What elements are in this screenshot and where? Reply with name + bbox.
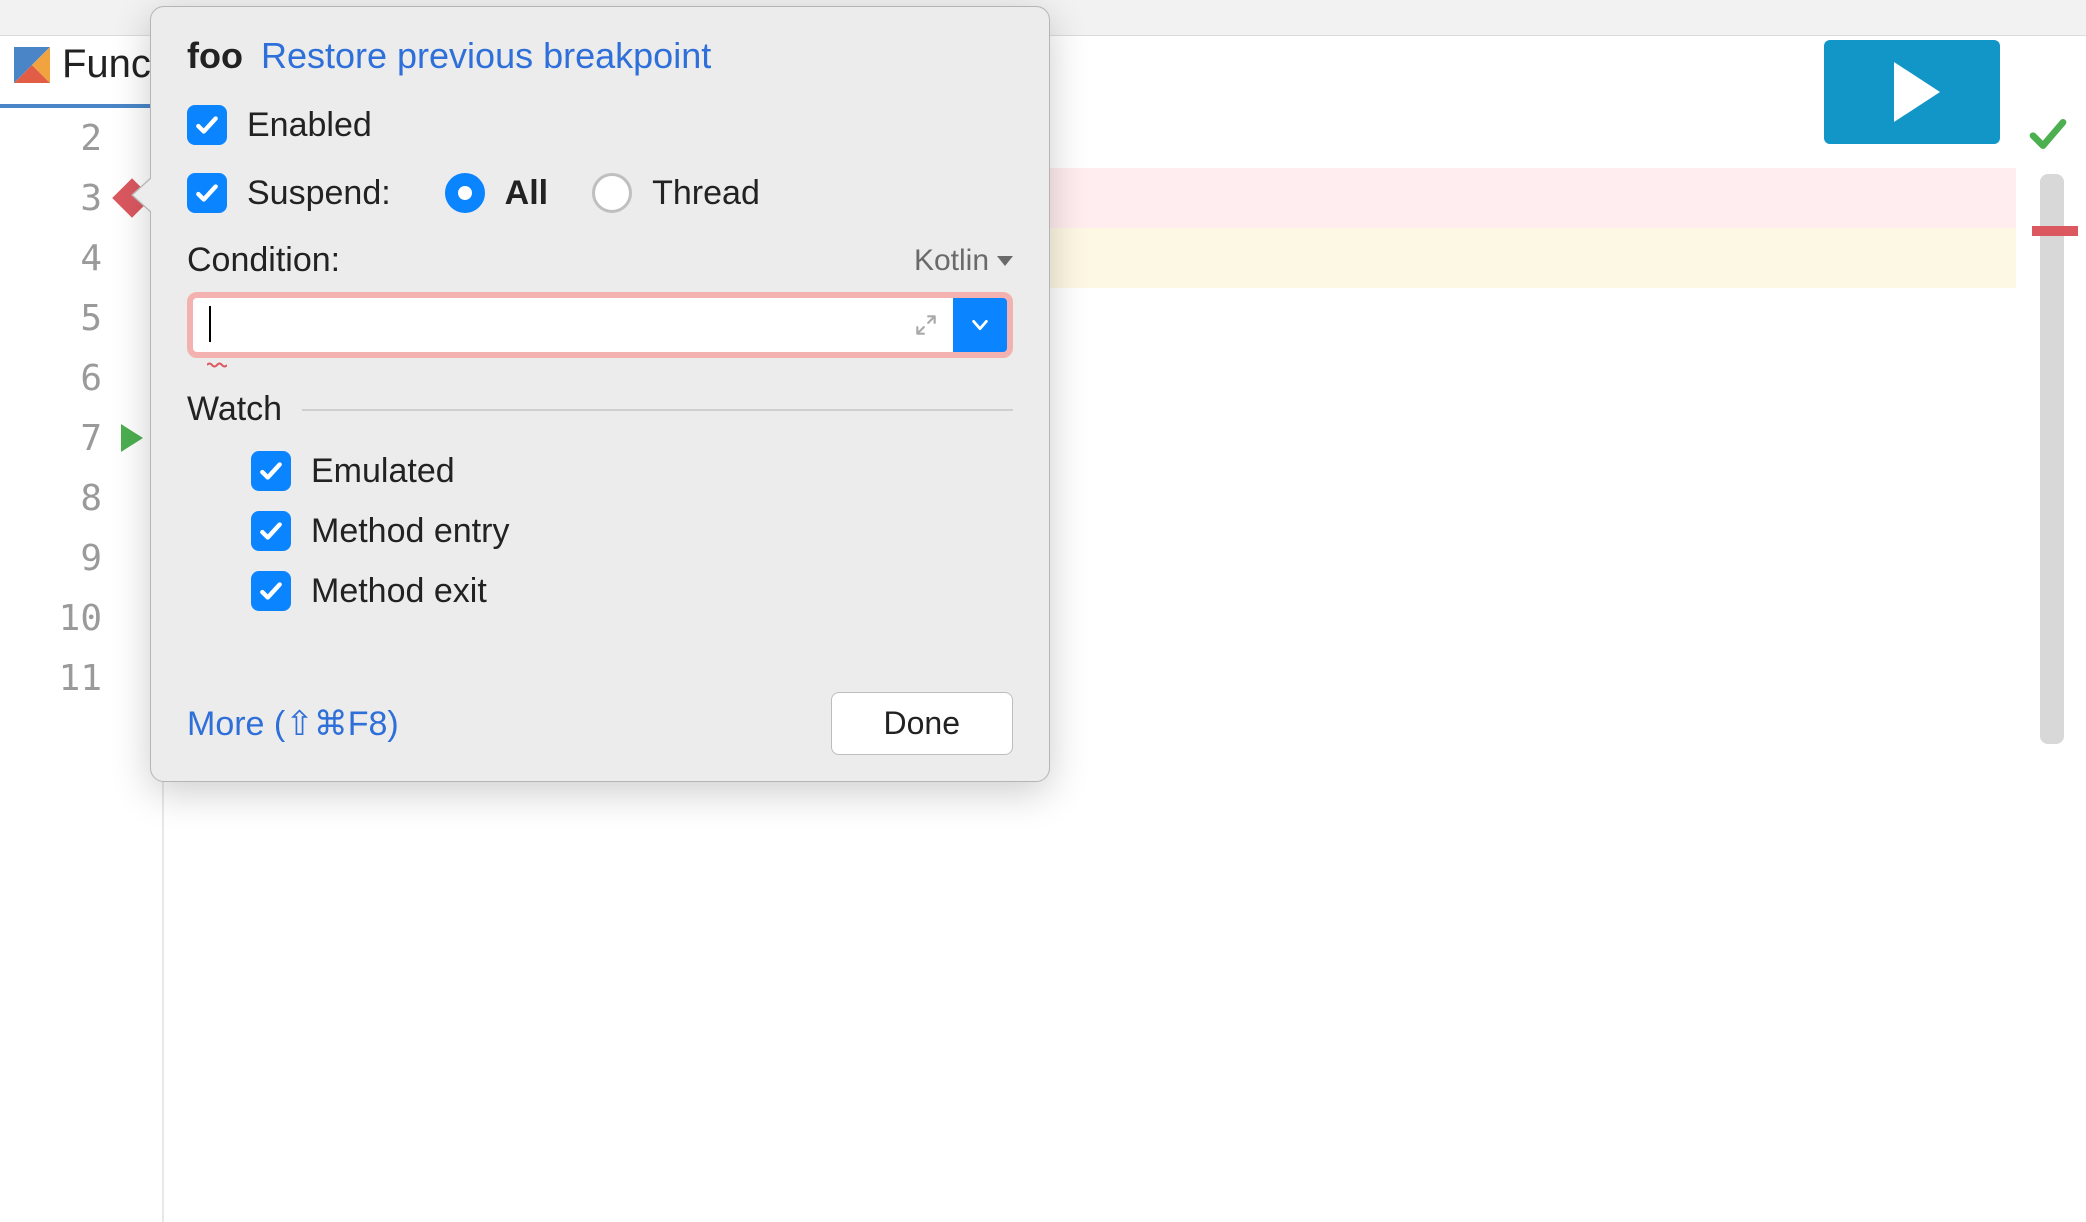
run-button[interactable] bbox=[1824, 40, 2000, 144]
watch-section-header: Watch bbox=[187, 390, 282, 429]
suspend-thread-radio[interactable] bbox=[592, 173, 632, 213]
condition-language-label: Kotlin bbox=[914, 244, 989, 278]
divider bbox=[302, 409, 1013, 411]
gutter-line[interactable]: 11 bbox=[0, 648, 162, 708]
line-number: 2 bbox=[80, 118, 102, 159]
popover-callout bbox=[133, 177, 153, 213]
suspend-label: Suspend: bbox=[247, 174, 391, 213]
file-tab-label: Funct bbox=[62, 42, 162, 87]
condition-language-dropdown[interactable]: Kotlin bbox=[914, 244, 1013, 278]
line-number: 8 bbox=[80, 478, 102, 519]
run-gutter-icon[interactable] bbox=[112, 418, 152, 458]
enabled-label: Enabled bbox=[247, 106, 372, 145]
editor-gutter: 2 3 4 5 6 7 8 9 10 11 bbox=[0, 108, 164, 1222]
gutter-line[interactable]: 2 bbox=[0, 108, 162, 168]
suspend-checkbox[interactable] bbox=[187, 173, 227, 213]
watch-emulated-label: Emulated bbox=[311, 452, 455, 491]
watch-method-entry-label: Method entry bbox=[311, 512, 509, 551]
gutter-line[interactable]: 9 bbox=[0, 528, 162, 588]
gutter-line[interactable]: 7 bbox=[0, 408, 162, 468]
scrollbar-error-mark[interactable] bbox=[2032, 226, 2078, 236]
gutter-line[interactable]: 6 bbox=[0, 348, 162, 408]
condition-label: Condition: bbox=[187, 241, 340, 280]
gutter-line[interactable]: 10 bbox=[0, 588, 162, 648]
line-number: 11 bbox=[59, 658, 102, 699]
gutter-line[interactable]: 5 bbox=[0, 288, 162, 348]
line-number: 10 bbox=[59, 598, 102, 639]
line-number: 5 bbox=[80, 298, 102, 339]
breakpoint-popover: foo Restore previous breakpoint Enabled … bbox=[150, 6, 1050, 782]
file-tab[interactable]: Funct bbox=[14, 42, 162, 87]
restore-breakpoint-link[interactable]: Restore previous breakpoint bbox=[261, 35, 711, 77]
line-number: 3 bbox=[80, 178, 102, 219]
watch-method-exit-checkbox[interactable] bbox=[251, 571, 291, 611]
more-link[interactable]: More (⇧⌘F8) bbox=[187, 704, 399, 744]
error-squiggle-icon bbox=[207, 342, 227, 348]
analysis-ok-icon[interactable] bbox=[2028, 114, 2068, 154]
gutter-line[interactable]: 4 bbox=[0, 228, 162, 288]
breakpoint-name: foo bbox=[187, 35, 243, 77]
watch-emulated-checkbox[interactable] bbox=[251, 451, 291, 491]
line-number: 9 bbox=[80, 538, 102, 579]
text-caret bbox=[209, 306, 211, 342]
suspend-all-radio[interactable] bbox=[445, 173, 485, 213]
kotlin-file-icon bbox=[14, 47, 50, 83]
watch-method-exit-label: Method exit bbox=[311, 572, 487, 611]
expand-editor-icon[interactable] bbox=[899, 298, 953, 352]
line-number: 4 bbox=[80, 238, 102, 279]
watch-method-entry-checkbox[interactable] bbox=[251, 511, 291, 551]
line-number: 7 bbox=[80, 418, 102, 459]
vertical-scrollbar[interactable] bbox=[2040, 174, 2064, 744]
condition-history-dropdown[interactable] bbox=[953, 298, 1007, 352]
condition-input-container bbox=[187, 292, 1013, 358]
suspend-all-label: All bbox=[505, 174, 548, 213]
play-icon bbox=[1894, 62, 1940, 122]
condition-input[interactable] bbox=[193, 298, 603, 333]
enabled-checkbox[interactable] bbox=[187, 105, 227, 145]
gutter-line[interactable]: 8 bbox=[0, 468, 162, 528]
line-number: 6 bbox=[80, 358, 102, 399]
caret-down-icon bbox=[997, 256, 1013, 266]
done-button[interactable]: Done bbox=[831, 692, 1014, 755]
suspend-thread-label: Thread bbox=[652, 174, 760, 213]
